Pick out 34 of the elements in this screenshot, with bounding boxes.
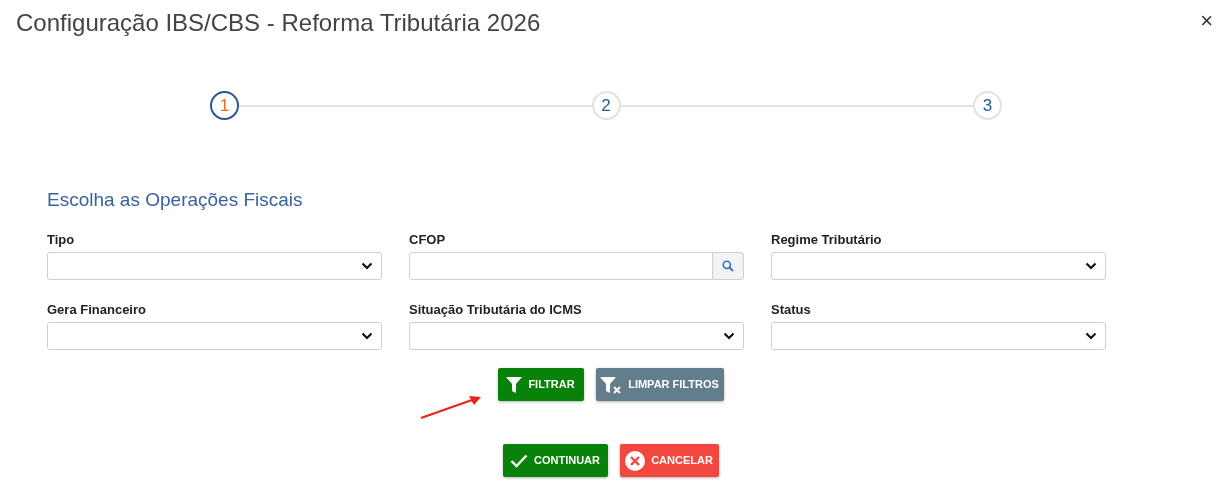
chevron-down-icon — [723, 332, 735, 340]
step-indicator[interactable]: 2 — [591, 91, 621, 120]
filter-button[interactable]: FILTRAR — [497, 368, 584, 401]
search-button[interactable] — [713, 252, 744, 280]
field-label: Status — [771, 301, 812, 318]
section-title: Escolha as Operações Fiscais — [47, 188, 304, 212]
close-circle-icon — [625, 450, 646, 471]
field-label: Tipo — [47, 231, 76, 248]
pointer-arrow — [420, 395, 482, 420]
check-icon — [510, 453, 528, 468]
select-field[interactable] — [409, 322, 744, 350]
clear-filters-button[interactable]: LIMPAR FILTROS — [595, 368, 724, 401]
select-field[interactable] — [771, 322, 1106, 350]
cancel-button[interactable]: CANCELAR — [619, 444, 719, 477]
input-field[interactable] — [409, 252, 713, 280]
field-label: Situação Tributária do ICMS — [409, 301, 583, 318]
field-label: Gera Financeiro — [47, 301, 147, 318]
chevron-down-icon — [361, 262, 373, 270]
select-field[interactable] — [771, 252, 1106, 280]
search-icon — [722, 260, 734, 272]
dialog-title: Configuração IBS/CBS - Reforma Tributária 2026 — [16, 8, 541, 38]
chevron-down-icon — [1085, 262, 1097, 270]
step-indicator[interactable]: 3 — [973, 91, 1002, 120]
select-field[interactable] — [47, 252, 382, 280]
filter-icon — [506, 375, 523, 394]
filter-clear-icon — [600, 375, 623, 394]
close-button[interactable]: × — [1200, 10, 1213, 32]
chevron-down-icon — [361, 332, 373, 340]
step-indicator[interactable]: 1 — [210, 91, 239, 120]
chevron-down-icon — [1085, 332, 1097, 340]
field-label: CFOP — [409, 231, 447, 248]
select-field[interactable] — [47, 322, 382, 350]
continue-button[interactable]: CONTINUAR — [502, 444, 608, 477]
field-label: Regime Tributário — [771, 231, 883, 248]
